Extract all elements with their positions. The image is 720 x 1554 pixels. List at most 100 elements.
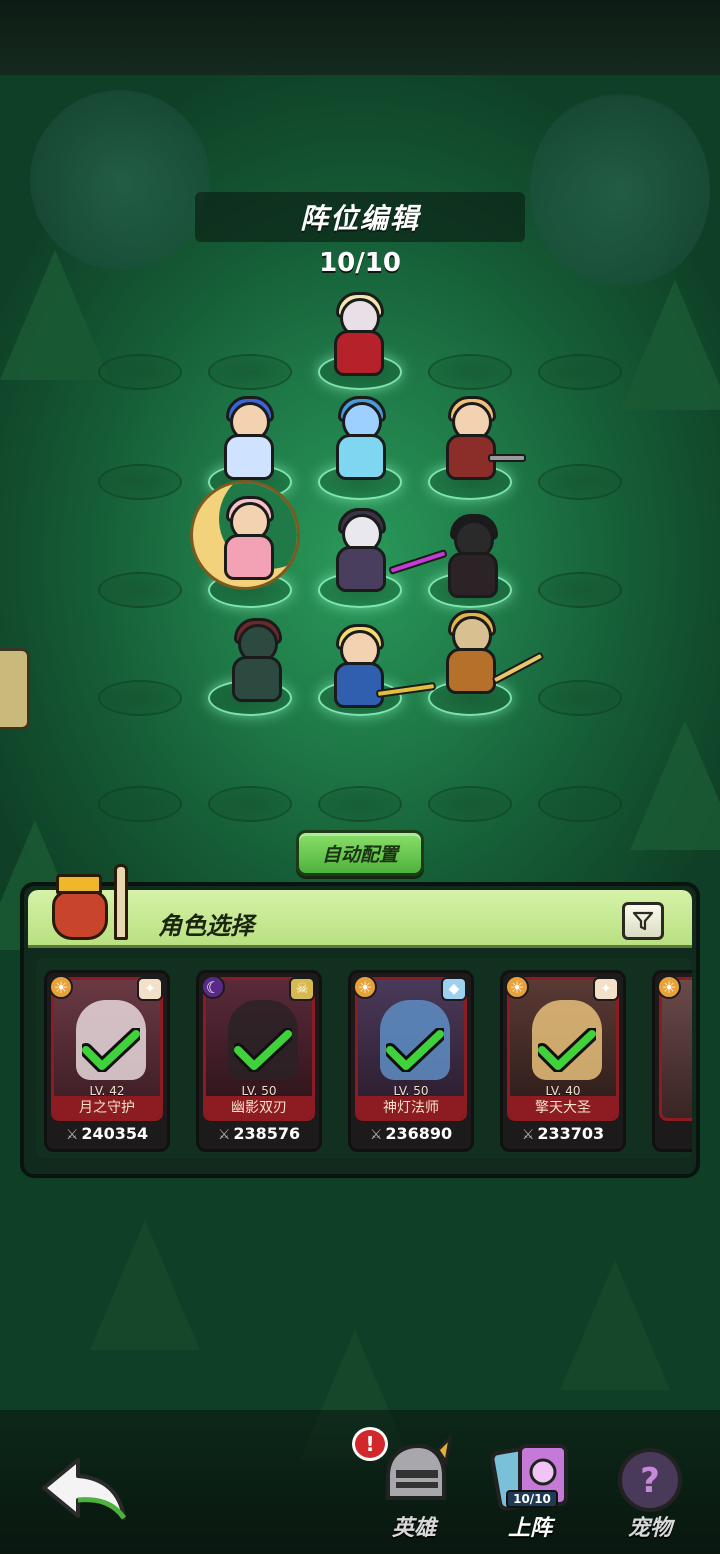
card-name: 擎天大圣 — [535, 1100, 591, 1116]
page-title: 阵位编辑 — [299, 202, 420, 235]
king-face — [52, 890, 108, 940]
card-name: 月之守护 — [79, 1100, 135, 1116]
lineup-count-badge: 10/10 — [506, 1490, 558, 1508]
hero-body — [224, 534, 274, 580]
auto-config-button[interactable]: 自动配置 — [296, 830, 424, 876]
top-status-bar — [0, 0, 720, 75]
hero-shadow-blades[interactable] — [430, 514, 516, 604]
card-power: ⚔ 240354 — [47, 1124, 167, 1143]
check-icon — [386, 1028, 444, 1072]
hero-vampire[interactable] — [316, 292, 402, 382]
card-portrait — [659, 977, 692, 1121]
nav-heroes-label: 英雄 — [391, 1516, 436, 1541]
check-icon — [538, 1028, 596, 1072]
formation-slot[interactable] — [318, 786, 402, 822]
formation-slot[interactable] — [98, 786, 182, 822]
stone-tower-decoration — [530, 90, 710, 290]
formation-slot[interactable] — [428, 354, 512, 390]
card-name-strip: 幽影双刃 — [206, 1096, 312, 1118]
formation-slot[interactable] — [538, 786, 622, 822]
card-power-value: 238576 — [233, 1124, 301, 1143]
hero-body — [446, 648, 496, 694]
hero-genie-mage[interactable] — [318, 396, 404, 486]
hero-dwarf-gunner[interactable] — [428, 396, 526, 486]
back-arrow-icon[interactable] — [38, 1454, 130, 1524]
hero-dark-knight[interactable] — [318, 508, 448, 598]
hero-angel-lancer[interactable] — [316, 624, 437, 714]
nav-pets-label: 宠物 — [627, 1516, 672, 1541]
formation-slot[interactable] — [538, 572, 622, 608]
formation-slot[interactable] — [98, 354, 182, 390]
sun-element-icon: ☀ — [49, 975, 73, 999]
character-selection-panel: 角色选择 LV. 42 月之守护 ☀ ✦ ⚔ 240354 LV. 50 幽影双… — [20, 864, 700, 1178]
hero-body — [448, 552, 498, 598]
formation-slot[interactable] — [208, 354, 292, 390]
nav-lineup[interactable]: 10/10 上阵 — [480, 1430, 580, 1550]
crossed-swords-icon: ⚔ — [217, 1127, 231, 1143]
filter-button[interactable] — [622, 902, 664, 940]
crossed-swords-icon: ⚔ — [369, 1127, 383, 1143]
tree-decoration — [90, 1220, 200, 1350]
sun-element-icon: ☀ — [353, 975, 377, 999]
mystery-egg-icon: ? — [618, 1448, 682, 1512]
hero-body — [232, 656, 282, 702]
king-avatar — [42, 864, 142, 946]
hero-body — [336, 434, 386, 480]
card-name-strip: 神灯法师 — [358, 1096, 464, 1118]
card-power-value: 236890 — [385, 1124, 453, 1143]
card-name: 神灯法师 — [383, 1100, 439, 1116]
nav-pets[interactable]: ? 宠物 — [600, 1430, 700, 1550]
auto-config-label: 自动配置 — [321, 843, 398, 866]
card-name: 幽影双刃 — [231, 1100, 287, 1116]
formation-slot[interactable] — [538, 680, 622, 716]
hero-monkey-king[interactable] — [428, 610, 545, 700]
stone-tower-decoration — [30, 90, 210, 270]
hero-card-partial[interactable]: ☀ — [652, 970, 692, 1152]
class-badge-icon: ✦ — [593, 977, 619, 1001]
class-badge-icon: ☠ — [289, 977, 315, 1001]
filter-icon — [632, 911, 654, 931]
card-power: ⚔ 238576 — [199, 1124, 319, 1143]
gun-weapon — [488, 454, 526, 462]
hero-card[interactable]: LV. 50 神灯法师 ☀ ◆ ⚔ 236890 — [348, 970, 474, 1152]
hero-card[interactable]: LV. 42 月之守护 ☀ ✦ ⚔ 240354 — [44, 970, 170, 1152]
check-icon — [234, 1028, 292, 1072]
panel-title: 角色选择 — [158, 912, 254, 940]
class-badge-icon: ◆ — [441, 977, 467, 1001]
panel-header: 角色选择 — [28, 864, 692, 948]
hero-body — [224, 434, 274, 480]
formation-slot[interactable] — [538, 354, 622, 390]
hero-card[interactable]: LV. 50 幽影双刃 ☾ ☠ ⚔ 238576 — [196, 970, 322, 1152]
sword-icon — [114, 864, 128, 940]
formation-slot[interactable] — [428, 786, 512, 822]
moon-element-icon: ☾ — [201, 975, 225, 999]
check-icon — [82, 1028, 140, 1072]
tree-decoration — [0, 250, 110, 380]
card-power: ⚔ 236890 — [351, 1124, 471, 1143]
hero-hooded-reaper[interactable] — [214, 618, 300, 708]
formation-slot[interactable] — [98, 464, 182, 500]
card-power: ⚔ 233703 — [503, 1124, 623, 1143]
svg-text:?: ? — [640, 1461, 660, 1501]
hero-body — [336, 546, 386, 592]
card-name-strip: 擎天大圣 — [510, 1096, 616, 1118]
formation-slot[interactable] — [98, 680, 182, 716]
class-badge-icon: ✦ — [137, 977, 163, 1001]
hero-body — [334, 330, 384, 376]
hero-card[interactable]: LV. 40 擎天大圣 ☀ ✦ ⚔ 233703 — [500, 970, 626, 1152]
card-scroll-list[interactable]: LV. 42 月之守护 ☀ ✦ ⚔ 240354 LV. 50 幽影双刃 ☾ ☠… — [36, 958, 692, 1158]
card-power-value: 233703 — [537, 1124, 605, 1143]
formation-slot[interactable] — [208, 786, 292, 822]
crown-icon — [56, 874, 102, 894]
crossed-swords-icon: ⚔ — [521, 1127, 535, 1143]
card-power-value: 240354 — [81, 1124, 149, 1143]
hero-moon-guardian[interactable] — [206, 496, 292, 586]
heroes-alert-badge: ! — [352, 1427, 388, 1461]
hero-body — [334, 662, 384, 708]
formation-slot[interactable] — [538, 464, 622, 500]
formation-slot[interactable] — [98, 572, 182, 608]
hero-ice-mage[interactable] — [206, 396, 292, 486]
title-plate: 阵位编辑 — [195, 192, 525, 242]
side-device-tab[interactable] — [0, 648, 30, 730]
lineup-counter: 10/10 — [319, 248, 401, 278]
